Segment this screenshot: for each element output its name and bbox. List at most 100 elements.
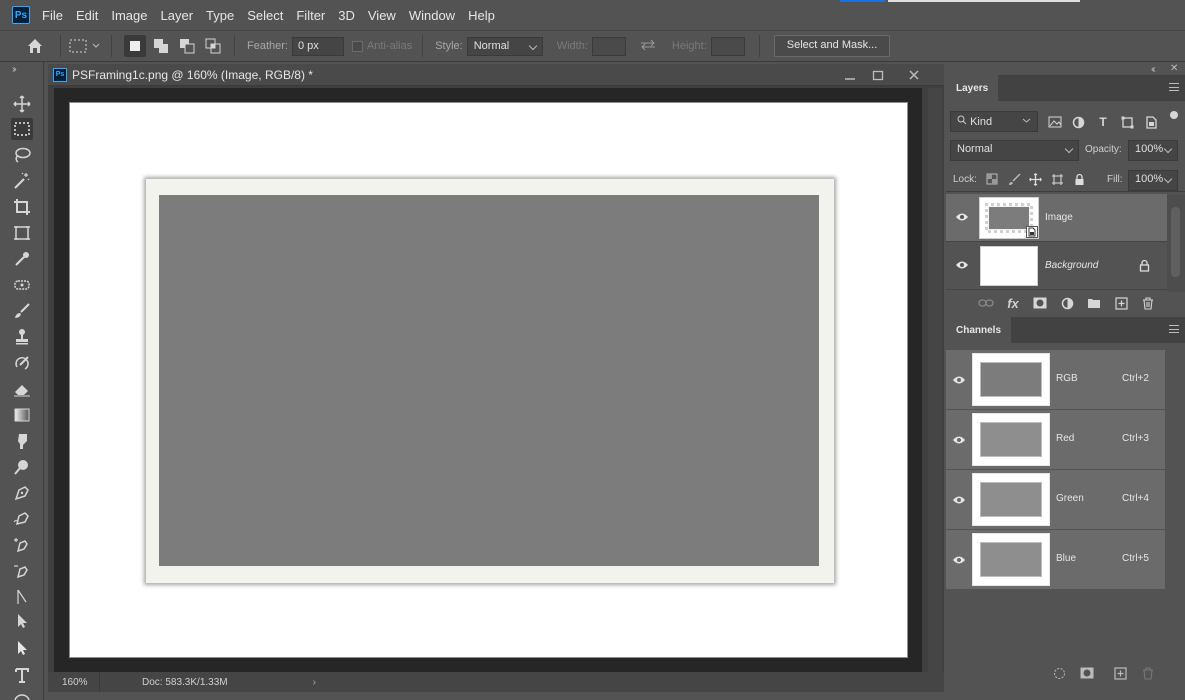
gradient-tool-icon[interactable] bbox=[11, 404, 33, 426]
smart-object-filter-icon[interactable] bbox=[1143, 114, 1159, 130]
menu-help[interactable]: Help bbox=[468, 6, 495, 25]
layer-lock-icon[interactable] bbox=[1139, 259, 1150, 275]
freeform-pen-tool-icon[interactable] bbox=[11, 508, 33, 530]
layers-scrollbar[interactable] bbox=[1167, 195, 1185, 292]
lasso-tool-icon[interactable] bbox=[11, 144, 33, 166]
height-input[interactable] bbox=[710, 36, 745, 56]
anti-alias-checkbox[interactable] bbox=[351, 40, 363, 52]
opacity-input[interactable]: 100% bbox=[1128, 140, 1178, 161]
new-adjustment-layer-icon[interactable] bbox=[1059, 295, 1075, 311]
vertical-scrollbar[interactable] bbox=[928, 88, 942, 672]
close-icon[interactable] bbox=[904, 66, 924, 84]
eye-icon[interactable] bbox=[952, 435, 966, 445]
delete-layer-icon[interactable] bbox=[1140, 295, 1156, 311]
close-icon[interactable]: ✕ bbox=[1170, 63, 1178, 74]
panel-menu-icon[interactable] bbox=[1169, 83, 1179, 91]
eye-icon[interactable] bbox=[952, 555, 966, 565]
lock-all-icon[interactable] bbox=[1071, 171, 1087, 187]
new-group-icon[interactable] bbox=[1086, 295, 1102, 311]
eye-icon[interactable] bbox=[952, 375, 966, 385]
menu-layer[interactable]: Layer bbox=[161, 6, 194, 25]
pen-tool-icon[interactable] bbox=[11, 482, 33, 504]
history-brush-tool-icon[interactable] bbox=[11, 352, 33, 374]
direct-selection-tool-icon[interactable] bbox=[11, 610, 33, 632]
layer-style-icon[interactable]: fx bbox=[1005, 295, 1021, 311]
channel-row-green[interactable]: Green Ctrl+4 bbox=[946, 470, 1165, 530]
subtract-from-selection-icon[interactable] bbox=[176, 35, 198, 57]
swap-width-height-icon[interactable] bbox=[640, 39, 658, 54]
layer-row-image[interactable]: Image bbox=[946, 194, 1167, 242]
style-select[interactable]: Normal bbox=[466, 36, 543, 56]
spot-healing-brush-tool-icon[interactable] bbox=[11, 274, 33, 296]
marquee-preset-icon[interactable] bbox=[67, 35, 89, 57]
dodge-tool-icon[interactable] bbox=[11, 456, 33, 478]
brush-tool-icon[interactable] bbox=[11, 300, 33, 322]
save-selection-as-channel-icon[interactable] bbox=[1079, 665, 1095, 681]
lock-artboard-icon[interactable] bbox=[1049, 171, 1065, 187]
select-and-mask-button[interactable]: Select and Mask... bbox=[773, 35, 891, 57]
frame-tool-icon[interactable] bbox=[11, 222, 33, 244]
eye-icon[interactable] bbox=[955, 212, 969, 222]
panel-menu-icon[interactable] bbox=[1169, 325, 1179, 333]
shape-layer-filter-icon[interactable] bbox=[1119, 114, 1135, 130]
type-tool-icon[interactable] bbox=[11, 664, 33, 686]
eye-icon[interactable] bbox=[955, 260, 969, 270]
load-channel-as-selection-icon[interactable] bbox=[1051, 665, 1067, 681]
menu-window[interactable]: Window bbox=[409, 6, 455, 25]
menu-select[interactable]: Select bbox=[247, 6, 283, 25]
restore-icon[interactable] bbox=[868, 66, 888, 84]
collapse-panel-icon[interactable]: ›› bbox=[12, 64, 16, 75]
lock-position-icon[interactable] bbox=[1027, 171, 1043, 187]
eye-icon[interactable] bbox=[952, 495, 966, 505]
layer-filter-select[interactable]: Kind bbox=[950, 111, 1038, 132]
type-layer-filter-icon[interactable]: T bbox=[1095, 114, 1111, 130]
channel-row-rgb[interactable]: RGB Ctrl+2 bbox=[946, 350, 1165, 410]
delete-channel-icon[interactable] bbox=[1140, 665, 1156, 681]
document-tab[interactable]: Ps PSFraming1c.png @ 160% (Image, RGB/8)… bbox=[48, 64, 944, 86]
new-layer-icon[interactable] bbox=[1113, 295, 1129, 311]
menu-type[interactable]: Type bbox=[206, 6, 234, 25]
link-layers-icon[interactable] bbox=[978, 295, 994, 311]
menu-3d[interactable]: 3D bbox=[338, 6, 355, 25]
convert-point-tool-icon[interactable] bbox=[11, 560, 33, 582]
move-tool-icon[interactable] bbox=[11, 93, 33, 115]
layer-name[interactable]: Background bbox=[1045, 260, 1098, 271]
pixel-layer-filter-icon[interactable] bbox=[1047, 114, 1063, 130]
menu-image[interactable]: Image bbox=[111, 6, 147, 25]
rectangular-marquee-tool-icon[interactable] bbox=[11, 118, 33, 140]
canvas-area[interactable] bbox=[54, 88, 922, 672]
intersect-selection-icon[interactable] bbox=[202, 35, 224, 57]
home-icon[interactable] bbox=[24, 35, 46, 57]
collapse-panel-icon[interactable]: ‹‹ bbox=[1151, 64, 1155, 75]
tab-channels[interactable]: Channels bbox=[946, 317, 1012, 343]
chevron-down-icon[interactable] bbox=[91, 41, 101, 51]
minimize-icon[interactable] bbox=[840, 66, 860, 84]
width-input[interactable] bbox=[591, 36, 626, 56]
magic-wand-tool-icon[interactable] bbox=[11, 170, 33, 192]
menu-view[interactable]: View bbox=[368, 6, 396, 25]
smudge-tool-icon[interactable] bbox=[11, 430, 33, 452]
new-channel-icon[interactable] bbox=[1112, 665, 1128, 681]
crop-tool-icon[interactable] bbox=[11, 196, 33, 218]
menu-filter[interactable]: Filter bbox=[296, 6, 325, 25]
new-selection-icon[interactable] bbox=[124, 35, 146, 57]
add-anchor-point-tool-icon[interactable] bbox=[11, 534, 33, 556]
chevron-right-icon[interactable]: › bbox=[313, 677, 316, 688]
filter-toggle-icon[interactable] bbox=[1170, 111, 1178, 131]
zoom-level[interactable]: 160% bbox=[48, 672, 100, 692]
adjustment-layer-filter-icon[interactable] bbox=[1070, 114, 1086, 130]
ellipse-tool-icon[interactable] bbox=[11, 690, 33, 700]
scrollbar-thumb[interactable] bbox=[1171, 207, 1180, 277]
channel-row-red[interactable]: Red Ctrl+3 bbox=[946, 410, 1165, 470]
path-selection-tool-icon[interactable] bbox=[11, 586, 33, 608]
menu-edit[interactable]: Edit bbox=[76, 6, 98, 25]
lock-image-pixels-icon[interactable] bbox=[1006, 171, 1022, 187]
layer-name[interactable]: Image bbox=[1045, 212, 1073, 223]
lock-transparent-pixels-icon[interactable] bbox=[984, 171, 1000, 187]
feather-input[interactable]: 0 px bbox=[291, 36, 344, 56]
canvas-image[interactable] bbox=[69, 102, 908, 658]
menu-file[interactable]: File bbox=[42, 6, 63, 25]
add-mask-icon[interactable] bbox=[1032, 295, 1048, 311]
fill-input[interactable]: 100% bbox=[1128, 170, 1178, 191]
tab-layers[interactable]: Layers bbox=[946, 75, 999, 101]
